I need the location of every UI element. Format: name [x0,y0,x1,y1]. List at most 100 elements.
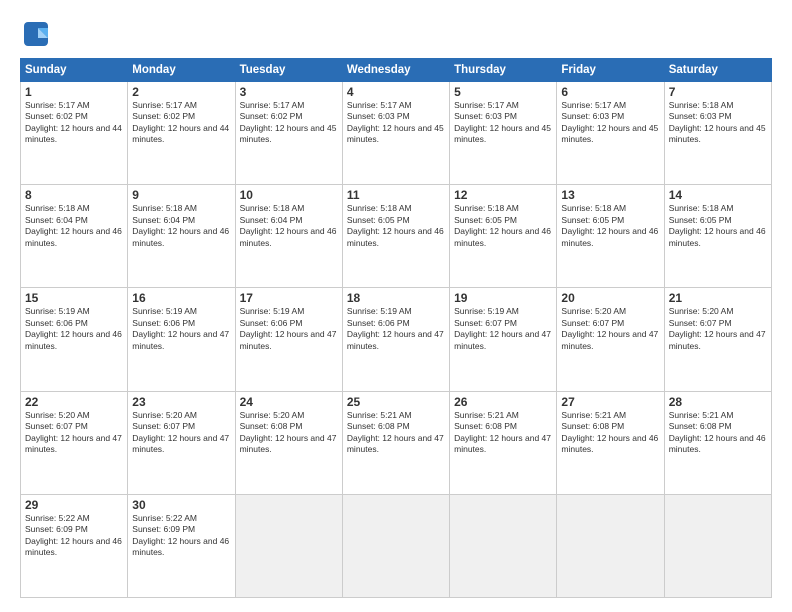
calendar-cell: 7Sunrise: 5:18 AMSunset: 6:03 PMDaylight… [664,82,771,185]
day-number: 3 [240,85,338,99]
day-info: Sunrise: 5:17 AMSunset: 6:02 PMDaylight:… [132,100,229,144]
calendar-cell: 24Sunrise: 5:20 AMSunset: 6:08 PMDayligh… [235,391,342,494]
calendar-cell: 6Sunrise: 5:17 AMSunset: 6:03 PMDaylight… [557,82,664,185]
calendar-table: Sunday Monday Tuesday Wednesday Thursday… [20,58,772,598]
calendar-cell [557,494,664,597]
day-info: Sunrise: 5:22 AMSunset: 6:09 PMDaylight:… [132,513,229,557]
day-number: 18 [347,291,445,305]
day-number: 29 [25,498,123,512]
day-number: 9 [132,188,230,202]
day-info: Sunrise: 5:20 AMSunset: 6:07 PMDaylight:… [669,306,766,350]
day-number: 15 [25,291,123,305]
calendar-cell: 4Sunrise: 5:17 AMSunset: 6:03 PMDaylight… [342,82,449,185]
day-info: Sunrise: 5:19 AMSunset: 6:06 PMDaylight:… [25,306,122,350]
day-info: Sunrise: 5:22 AMSunset: 6:09 PMDaylight:… [25,513,122,557]
calendar-cell [664,494,771,597]
header-row: Sunday Monday Tuesday Wednesday Thursday… [21,59,772,82]
col-wednesday: Wednesday [342,59,449,82]
header [20,18,772,50]
day-info: Sunrise: 5:18 AMSunset: 6:05 PMDaylight:… [454,203,551,247]
day-info: Sunrise: 5:18 AMSunset: 6:05 PMDaylight:… [561,203,658,247]
calendar-cell: 27Sunrise: 5:21 AMSunset: 6:08 PMDayligh… [557,391,664,494]
day-number: 22 [25,395,123,409]
day-info: Sunrise: 5:20 AMSunset: 6:07 PMDaylight:… [561,306,658,350]
calendar-cell: 2Sunrise: 5:17 AMSunset: 6:02 PMDaylight… [128,82,235,185]
day-number: 13 [561,188,659,202]
calendar-week-5: 29Sunrise: 5:22 AMSunset: 6:09 PMDayligh… [21,494,772,597]
day-info: Sunrise: 5:19 AMSunset: 6:06 PMDaylight:… [347,306,444,350]
day-info: Sunrise: 5:20 AMSunset: 6:07 PMDaylight:… [25,410,122,454]
calendar-cell: 29Sunrise: 5:22 AMSunset: 6:09 PMDayligh… [21,494,128,597]
calendar-cell: 23Sunrise: 5:20 AMSunset: 6:07 PMDayligh… [128,391,235,494]
day-number: 10 [240,188,338,202]
calendar-cell: 26Sunrise: 5:21 AMSunset: 6:08 PMDayligh… [450,391,557,494]
calendar-cell: 10Sunrise: 5:18 AMSunset: 6:04 PMDayligh… [235,185,342,288]
calendar-cell [450,494,557,597]
calendar-week-3: 15Sunrise: 5:19 AMSunset: 6:06 PMDayligh… [21,288,772,391]
col-thursday: Thursday [450,59,557,82]
col-saturday: Saturday [664,59,771,82]
day-info: Sunrise: 5:17 AMSunset: 6:03 PMDaylight:… [561,100,658,144]
calendar-cell: 12Sunrise: 5:18 AMSunset: 6:05 PMDayligh… [450,185,557,288]
calendar-cell: 25Sunrise: 5:21 AMSunset: 6:08 PMDayligh… [342,391,449,494]
calendar-week-4: 22Sunrise: 5:20 AMSunset: 6:07 PMDayligh… [21,391,772,494]
day-number: 28 [669,395,767,409]
day-info: Sunrise: 5:17 AMSunset: 6:02 PMDaylight:… [240,100,337,144]
day-number: 12 [454,188,552,202]
day-number: 27 [561,395,659,409]
day-info: Sunrise: 5:18 AMSunset: 6:04 PMDaylight:… [25,203,122,247]
day-info: Sunrise: 5:18 AMSunset: 6:03 PMDaylight:… [669,100,766,144]
day-number: 30 [132,498,230,512]
day-number: 1 [25,85,123,99]
day-number: 4 [347,85,445,99]
day-info: Sunrise: 5:19 AMSunset: 6:06 PMDaylight:… [132,306,229,350]
calendar-cell: 1Sunrise: 5:17 AMSunset: 6:02 PMDaylight… [21,82,128,185]
day-info: Sunrise: 5:18 AMSunset: 6:04 PMDaylight:… [132,203,229,247]
calendar-cell: 8Sunrise: 5:18 AMSunset: 6:04 PMDaylight… [21,185,128,288]
day-number: 2 [132,85,230,99]
day-info: Sunrise: 5:17 AMSunset: 6:03 PMDaylight:… [347,100,444,144]
calendar-cell: 17Sunrise: 5:19 AMSunset: 6:06 PMDayligh… [235,288,342,391]
calendar-cell: 5Sunrise: 5:17 AMSunset: 6:03 PMDaylight… [450,82,557,185]
day-number: 26 [454,395,552,409]
calendar-cell: 19Sunrise: 5:19 AMSunset: 6:07 PMDayligh… [450,288,557,391]
col-monday: Monday [128,59,235,82]
day-info: Sunrise: 5:21 AMSunset: 6:08 PMDaylight:… [669,410,766,454]
day-info: Sunrise: 5:21 AMSunset: 6:08 PMDaylight:… [347,410,444,454]
calendar-cell [235,494,342,597]
day-number: 8 [25,188,123,202]
day-number: 11 [347,188,445,202]
calendar-cell: 28Sunrise: 5:21 AMSunset: 6:08 PMDayligh… [664,391,771,494]
calendar-cell: 20Sunrise: 5:20 AMSunset: 6:07 PMDayligh… [557,288,664,391]
day-info: Sunrise: 5:20 AMSunset: 6:08 PMDaylight:… [240,410,337,454]
day-number: 21 [669,291,767,305]
calendar-cell: 14Sunrise: 5:18 AMSunset: 6:05 PMDayligh… [664,185,771,288]
day-info: Sunrise: 5:17 AMSunset: 6:03 PMDaylight:… [454,100,551,144]
day-info: Sunrise: 5:21 AMSunset: 6:08 PMDaylight:… [454,410,551,454]
calendar-week-2: 8Sunrise: 5:18 AMSunset: 6:04 PMDaylight… [21,185,772,288]
col-sunday: Sunday [21,59,128,82]
calendar-cell: 21Sunrise: 5:20 AMSunset: 6:07 PMDayligh… [664,288,771,391]
day-number: 24 [240,395,338,409]
day-info: Sunrise: 5:19 AMSunset: 6:06 PMDaylight:… [240,306,337,350]
logo [20,18,56,50]
day-info: Sunrise: 5:21 AMSunset: 6:08 PMDaylight:… [561,410,658,454]
calendar-cell: 18Sunrise: 5:19 AMSunset: 6:06 PMDayligh… [342,288,449,391]
day-number: 23 [132,395,230,409]
day-info: Sunrise: 5:18 AMSunset: 6:04 PMDaylight:… [240,203,337,247]
day-number: 6 [561,85,659,99]
day-info: Sunrise: 5:20 AMSunset: 6:07 PMDaylight:… [132,410,229,454]
day-info: Sunrise: 5:19 AMSunset: 6:07 PMDaylight:… [454,306,551,350]
day-number: 7 [669,85,767,99]
calendar-cell: 3Sunrise: 5:17 AMSunset: 6:02 PMDaylight… [235,82,342,185]
calendar-cell: 22Sunrise: 5:20 AMSunset: 6:07 PMDayligh… [21,391,128,494]
calendar-cell: 13Sunrise: 5:18 AMSunset: 6:05 PMDayligh… [557,185,664,288]
logo-icon [20,18,52,50]
day-info: Sunrise: 5:18 AMSunset: 6:05 PMDaylight:… [669,203,766,247]
day-number: 20 [561,291,659,305]
calendar-week-1: 1 Sunrise: 5:17 AMSunset: 6:02 PMDaylight… [21,82,772,185]
calendar-page: Sunday Monday Tuesday Wednesday Thursday… [0,0,792,612]
calendar-cell: 15Sunrise: 5:19 AMSunset: 6:06 PMDayligh… [21,288,128,391]
day-number: 14 [669,188,767,202]
calendar-cell: 16Sunrise: 5:19 AMSunset: 6:06 PMDayligh… [128,288,235,391]
